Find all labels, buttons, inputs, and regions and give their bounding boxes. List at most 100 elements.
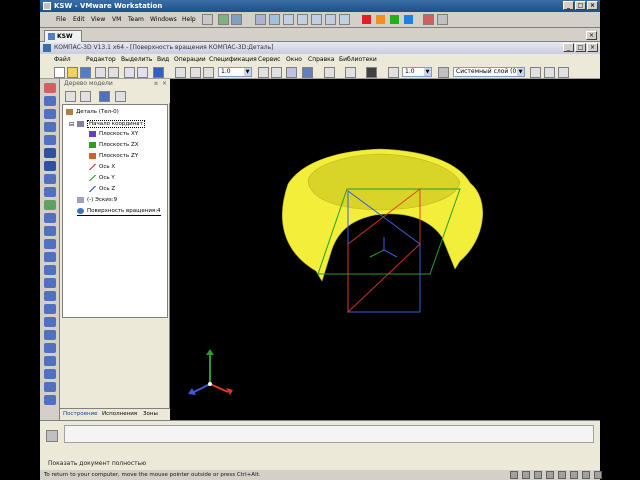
snapshot-take-icon[interactable]: [423, 14, 434, 25]
vm-menu-help[interactable]: Help: [182, 16, 196, 23]
tree-view-icon[interactable]: [65, 91, 76, 102]
curve-icon[interactable]: [44, 356, 56, 366]
menu-specification[interactable]: Спецификация: [209, 56, 257, 63]
close-button[interactable]: ×: [587, 1, 598, 10]
menu-select[interactable]: Выделить: [121, 56, 152, 63]
menu-libraries[interactable]: Библиотеки: [339, 56, 377, 63]
redo-icon[interactable]: [137, 67, 148, 78]
array-icon[interactable]: [44, 291, 56, 301]
thumbnail-icon[interactable]: [311, 14, 322, 25]
cut-icon[interactable]: [108, 67, 119, 78]
tree-item-part[interactable]: Деталь (Тел-0): [66, 109, 119, 115]
filter-objects-icon[interactable]: [44, 382, 56, 392]
sweep-icon[interactable]: [44, 122, 56, 132]
menu-editor[interactable]: Редактор: [86, 56, 116, 63]
properties-icon[interactable]: [153, 67, 164, 78]
tree-item-sketch[interactable]: (-) Эскиз:9: [77, 197, 117, 203]
tree-item-plane-xy[interactable]: Плоскость XY: [89, 131, 138, 137]
tree-item-origin[interactable]: ⊟ Начало координат: [69, 120, 145, 128]
mirror-icon[interactable]: [44, 304, 56, 314]
save-icon[interactable]: [80, 67, 91, 78]
fillet-icon[interactable]: [44, 174, 56, 184]
maximize-button[interactable]: □: [575, 1, 586, 10]
grid-icon[interactable]: [366, 67, 377, 78]
hole-icon[interactable]: [44, 200, 56, 210]
power-on-icon[interactable]: [390, 15, 399, 24]
floppy-icon[interactable]: [534, 471, 542, 479]
console-view-icon[interactable]: [297, 14, 308, 25]
shell-icon[interactable]: [44, 226, 56, 236]
vm-menu-vm[interactable]: VM: [112, 16, 121, 23]
tree-filter-icon[interactable]: [99, 91, 110, 102]
suspend-icon[interactable]: [376, 15, 385, 24]
vm-menu-edit[interactable]: Edit: [73, 16, 85, 23]
step-combo[interactable]: 1.0 ▼: [402, 67, 432, 77]
new-file-icon[interactable]: [54, 67, 65, 78]
pin-icon[interactable]: ¤: [154, 79, 158, 89]
layer-visibility-icon[interactable]: [558, 67, 569, 78]
library-icon[interactable]: [339, 14, 350, 25]
menu-service[interactable]: Сервис: [258, 56, 280, 63]
app-maximize-button[interactable]: □: [575, 43, 586, 52]
unity-icon[interactable]: [269, 14, 280, 25]
select-arrow-icon[interactable]: [324, 67, 335, 78]
revolve-icon[interactable]: [44, 109, 56, 119]
split-icon[interactable]: [44, 278, 56, 288]
revert-icon[interactable]: [231, 14, 242, 25]
layer-color-icon[interactable]: [544, 67, 555, 78]
thread-icon[interactable]: [44, 252, 56, 262]
snapshot-icon[interactable]: [218, 14, 229, 25]
tree-item-axis-y[interactable]: Ось Y: [89, 175, 115, 181]
menu-file[interactable]: Файл: [54, 56, 71, 63]
rib-icon[interactable]: [44, 213, 56, 223]
app-minimize-button[interactable]: _: [563, 43, 574, 52]
print-icon[interactable]: [95, 67, 106, 78]
layer-combo[interactable]: Системный слой (0) ▼: [453, 67, 525, 77]
chamfer-icon[interactable]: [44, 187, 56, 197]
layers-icon[interactable]: [438, 67, 449, 78]
surface-icon[interactable]: [44, 317, 56, 327]
shading-icon[interactable]: [302, 67, 313, 78]
axis-icon[interactable]: [44, 343, 56, 353]
network-icon[interactable]: [546, 471, 554, 479]
tab-zones[interactable]: Зоны: [143, 411, 158, 417]
tree-options-icon[interactable]: [115, 91, 126, 102]
snapshot-manager-icon[interactable]: [437, 14, 448, 25]
tab-build[interactable]: Построение: [63, 411, 98, 417]
pan-icon[interactable]: [258, 67, 269, 78]
printer-icon[interactable]: [582, 471, 590, 479]
vm-menu-windows[interactable]: Windows: [150, 16, 177, 23]
edit-geometry-icon[interactable]: [44, 83, 56, 93]
tree-item-revolve-surface[interactable]: Поверхность вращения:4: [77, 208, 161, 216]
vm-menu-team[interactable]: Team: [128, 16, 144, 23]
usb-icon[interactable]: [558, 471, 566, 479]
tree-item-axis-z[interactable]: Ось Z: [89, 186, 115, 192]
vm-menu-file[interactable]: File: [56, 16, 66, 23]
minimize-button[interactable]: _: [563, 1, 574, 10]
quick-switch-icon[interactable]: [283, 14, 294, 25]
rotate-icon[interactable]: [271, 67, 282, 78]
loft-icon[interactable]: [44, 135, 56, 145]
close-panel-icon[interactable]: ×: [162, 79, 167, 89]
close-tab-button[interactable]: ×: [586, 31, 597, 40]
menu-view[interactable]: Вид: [157, 56, 169, 63]
property-panel-icon[interactable]: [46, 430, 58, 442]
menu-operations[interactable]: Операции: [174, 56, 206, 63]
vm-menu-view[interactable]: View: [91, 16, 105, 23]
filter-icon[interactable]: [345, 67, 356, 78]
power-off-icon[interactable]: [362, 15, 371, 24]
3d-viewport[interactable]: [170, 79, 600, 420]
zoom-fit-icon[interactable]: [203, 67, 214, 78]
undo-icon[interactable]: [124, 67, 135, 78]
pause-icon[interactable]: [202, 14, 213, 25]
reset-icon[interactable]: [404, 15, 413, 24]
tree-item-plane-zy[interactable]: Плоскость ZY: [89, 153, 138, 159]
collapse-icon[interactable]: ⊟: [69, 121, 74, 128]
fullscreen-icon[interactable]: [255, 14, 266, 25]
cdrom-icon[interactable]: [522, 471, 530, 479]
zoom-window-icon[interactable]: [190, 67, 201, 78]
app-close-button[interactable]: ×: [587, 43, 598, 52]
extrude-icon[interactable]: [44, 96, 56, 106]
cut-revolve-icon[interactable]: [44, 161, 56, 171]
open-file-icon[interactable]: [67, 67, 78, 78]
